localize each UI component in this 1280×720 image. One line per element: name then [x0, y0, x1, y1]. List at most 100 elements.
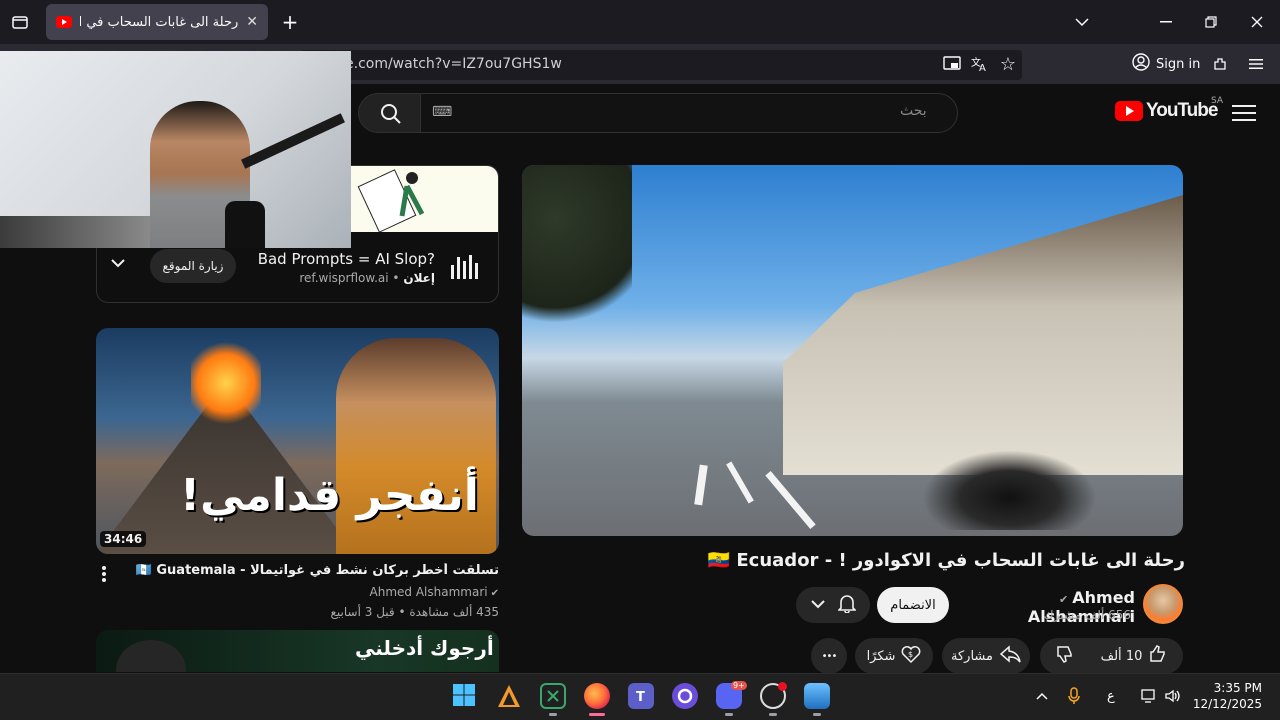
sign-in-button[interactable]: Sign in	[1124, 48, 1216, 80]
ad-expand-chevron-icon[interactable]	[110, 254, 126, 273]
app-a-icon[interactable]	[496, 683, 522, 709]
clock-date[interactable]: 12/12/2025	[1190, 697, 1262, 711]
ad-title[interactable]: Bad Prompts = AI Slop?	[215, 250, 435, 268]
minimize-icon[interactable]	[1156, 12, 1176, 32]
player-scene-tree	[522, 165, 632, 345]
active-indicator	[589, 713, 605, 716]
road-marking	[694, 464, 708, 506]
new-tab-button[interactable]: +	[280, 10, 300, 34]
input-language[interactable]: ع	[1107, 689, 1115, 704]
super-thanks-icon: $	[901, 644, 921, 668]
share-label: مشاركة	[951, 648, 993, 664]
youtube-favicon-icon	[56, 16, 72, 28]
join-button[interactable]: الانضمام	[877, 587, 949, 623]
like-dislike-group: 10 ألف	[1040, 638, 1183, 674]
svg-text:T: T	[636, 690, 645, 705]
account-icon	[1132, 53, 1150, 75]
discord-badge: 9+	[731, 681, 747, 690]
channel-avatar[interactable]	[1143, 584, 1183, 624]
video-title: رحلة الى غابات السحاب في الاكوادور ! - 🇪…	[707, 550, 1185, 571]
thanks-button[interactable]: شكرًا $	[855, 638, 933, 674]
ad-illustration	[357, 169, 425, 232]
excel-like-icon[interactable]	[540, 683, 566, 709]
svg-text:A: A	[979, 63, 986, 72]
app-menu-icon[interactable]	[1246, 54, 1266, 74]
rec-title[interactable]: تسلقت أخطر بركان نشط في غواتيمالا - 🇬🇹 G…	[130, 563, 499, 578]
webcam-overlay	[0, 51, 351, 248]
windows-start-icon[interactable]	[452, 683, 478, 709]
road-marking	[765, 470, 816, 530]
search-icon	[381, 104, 401, 124]
subscriber-count: 656 ألف مشترك	[1043, 608, 1131, 622]
microphone-icon[interactable]	[1066, 686, 1082, 706]
picture-in-picture-icon[interactable]	[942, 54, 962, 74]
running-indicator	[549, 713, 557, 716]
road-marking	[726, 461, 754, 504]
chevron-down-icon	[810, 597, 825, 613]
thanks-label: شكرًا	[866, 648, 896, 664]
more-actions-button[interactable]: •••	[811, 638, 847, 674]
url-text[interactable]: e.com/watch?v=IZ7ou7GHS1w	[345, 56, 562, 72]
dislike-button[interactable]	[1055, 644, 1075, 668]
share-button[interactable]: مشاركة	[942, 638, 1030, 674]
ad-domain: ref.wisprflow.ai	[299, 271, 389, 285]
thumbs-down-icon	[1056, 646, 1072, 663]
volume-icon[interactable]	[1164, 687, 1182, 705]
running-indicator	[769, 713, 777, 716]
search-placeholder: بحث	[900, 103, 927, 119]
region-code: SA	[1211, 96, 1224, 106]
rec-menu-icon[interactable]	[96, 564, 112, 586]
mic-arm	[241, 113, 345, 169]
rec-thumbnail-text: أرجوك أدخلني	[355, 636, 494, 660]
share-arrow-icon	[999, 645, 1021, 667]
thumbnail-lava	[191, 338, 261, 428]
motorcycle	[922, 450, 1097, 530]
verified-icon: ✔	[1059, 593, 1069, 606]
bookmark-star-icon[interactable]: ☆	[998, 53, 1018, 75]
video-player[interactable]	[522, 165, 1183, 536]
thumbnail-object	[116, 640, 186, 672]
close-tab-icon[interactable]: ✕	[246, 14, 258, 30]
recording-dot-icon	[778, 682, 787, 691]
list-all-tabs-chevron-icon[interactable]	[1072, 12, 1092, 32]
tray-overflow-chevron-icon[interactable]	[1034, 688, 1050, 704]
tab-list-icon[interactable]	[10, 12, 30, 32]
visit-site-button[interactable]: زيارة الموقع	[150, 249, 236, 283]
svg-text:$: $	[908, 650, 913, 659]
firefox-icon[interactable]	[584, 683, 610, 709]
search-input[interactable]	[420, 93, 958, 133]
close-window-icon[interactable]	[1247, 12, 1267, 32]
extensions-icon[interactable]	[1210, 54, 1230, 74]
guide-menu-icon[interactable]	[1232, 100, 1256, 126]
running-indicator	[725, 713, 733, 716]
youtube-play-icon	[1115, 101, 1143, 121]
thumbs-up-icon[interactable]	[1148, 644, 1168, 668]
keyboard-icon[interactable]: ⌨	[432, 104, 452, 120]
youtube-logo-text: YouTube	[1146, 100, 1218, 121]
teams-icon[interactable]: T	[628, 683, 654, 709]
restore-icon[interactable]	[1201, 12, 1221, 32]
search-button[interactable]	[358, 93, 422, 133]
desk	[0, 216, 150, 248]
player-scene-building	[783, 195, 1183, 475]
photos-icon[interactable]	[804, 683, 830, 709]
rec-channel[interactable]: Ahmed Alshammari ✔	[300, 585, 499, 599]
youtube-logo[interactable]: YouTube	[1115, 100, 1218, 122]
sign-in-label: Sign in	[1156, 56, 1201, 72]
like-count[interactable]: 10 ألف	[1101, 649, 1143, 664]
active-tab[interactable]: رحلة الى غابات السحاب في الاكوادور ! - E…	[46, 4, 268, 40]
ad-domain-line: ref.wisprflow.ai • إعلان	[299, 271, 435, 285]
bell-icon	[836, 593, 857, 617]
clock-time[interactable]: 3:35 PM	[1196, 681, 1262, 695]
circle-app-icon[interactable]	[672, 683, 698, 709]
tab-title: رحلة الى غابات السحاب في الاكوادور ! - E…	[80, 14, 239, 30]
thumbnail-person	[336, 338, 496, 554]
translate-icon[interactable]: 文A	[970, 54, 990, 74]
verified-icon: ✔	[490, 588, 499, 599]
running-indicator	[813, 713, 821, 716]
wispr-logo-icon	[449, 251, 479, 279]
subscribe-notification-button[interactable]	[796, 587, 870, 623]
rec-duration: 34:46	[100, 531, 147, 547]
rec-channel-name: Ahmed Alshammari	[369, 585, 488, 599]
network-icon[interactable]	[1140, 687, 1158, 705]
